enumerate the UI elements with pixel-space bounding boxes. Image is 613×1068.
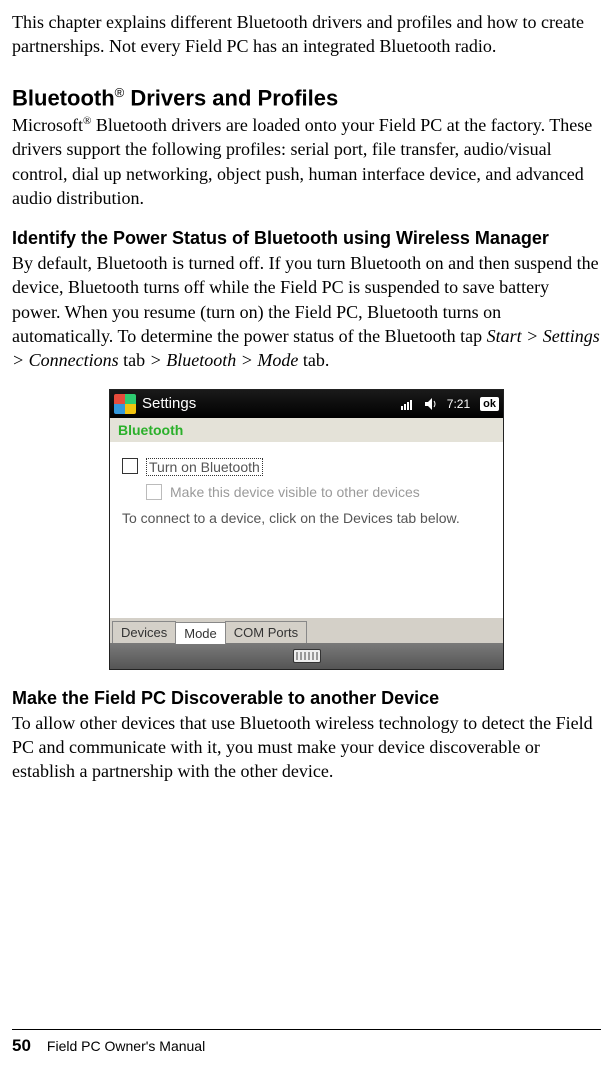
nav-path-2: > Bluetooth > Mode xyxy=(150,350,299,370)
discoverable-paragraph: To allow other devices that use Bluetoot… xyxy=(12,711,601,784)
section-heading-power-status: Identify the Power Status of Bluetooth u… xyxy=(12,228,601,249)
intro-paragraph: This chapter explains different Bluetoot… xyxy=(12,10,601,59)
power-status-paragraph: By default, Bluetooth is turned off. If … xyxy=(12,251,601,372)
screenshot-container: Settings 7:21 ok Bluetooth Turn on Bluet… xyxy=(12,389,601,670)
tab-word-2: tab. xyxy=(298,350,329,370)
page-number: 50 xyxy=(12,1036,31,1056)
turn-on-bluetooth-label: Turn on Bluetooth xyxy=(146,458,263,476)
checkbox-row-2: Make this device visible to other device… xyxy=(146,484,491,500)
app-title: Bluetooth xyxy=(110,418,503,442)
p1-pre: Microsoft xyxy=(12,115,83,135)
tab-word: tab xyxy=(119,350,150,370)
info-text: To connect to a device, click on the Dev… xyxy=(122,510,491,526)
window-titlebar: Settings 7:21 ok xyxy=(110,390,503,418)
page-footer: 50 Field PC Owner's Manual xyxy=(12,1029,601,1056)
volume-icon xyxy=(425,398,437,410)
keyboard-icon[interactable] xyxy=(293,649,321,663)
soft-key-bar xyxy=(110,643,503,669)
status-tray: 7:21 ok xyxy=(401,397,499,411)
heading-pre: Bluetooth xyxy=(12,85,115,110)
settings-panel: Turn on Bluetooth Make this device visib… xyxy=(110,442,503,617)
checkbox-row-1: Turn on Bluetooth xyxy=(122,458,491,476)
p1-post: Bluetooth drivers are loaded onto your F… xyxy=(12,115,592,208)
heading-post: Drivers and Profiles xyxy=(124,85,338,110)
visible-label: Make this device visible to other device… xyxy=(170,484,420,500)
drivers-paragraph: Microsoft® Bluetooth drivers are loaded … xyxy=(12,113,601,210)
section-heading-drivers: Bluetooth® Drivers and Profiles xyxy=(12,85,601,111)
tab-devices[interactable]: Devices xyxy=(112,621,176,643)
tab-mode[interactable]: Mode xyxy=(175,622,226,644)
registered-mark: ® xyxy=(115,85,125,100)
tab-bar: Devices Mode COM Ports xyxy=(110,617,503,643)
clock-time: 7:21 xyxy=(447,397,470,411)
ok-button[interactable]: ok xyxy=(480,397,499,411)
device-screenshot: Settings 7:21 ok Bluetooth Turn on Bluet… xyxy=(109,389,504,670)
signal-icon xyxy=(401,398,415,410)
section-heading-discoverable: Make the Field PC Discoverable to anothe… xyxy=(12,688,601,709)
tab-com-ports[interactable]: COM Ports xyxy=(225,621,307,643)
window-title: Settings xyxy=(142,395,401,412)
turn-on-bluetooth-checkbox[interactable] xyxy=(122,458,138,474)
footer-title: Field PC Owner's Manual xyxy=(47,1038,205,1054)
visible-checkbox[interactable] xyxy=(146,484,162,500)
start-icon[interactable] xyxy=(114,394,136,414)
